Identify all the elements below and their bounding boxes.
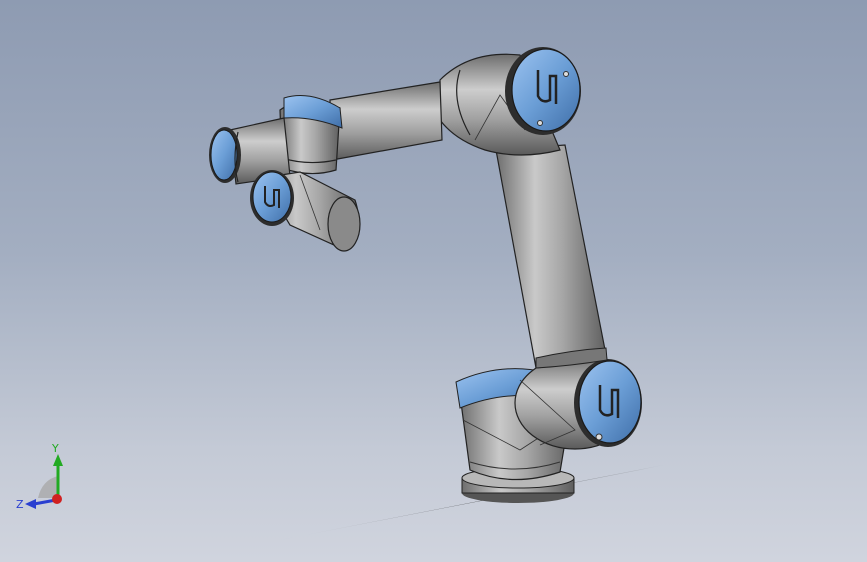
robot-arm-model[interactable] (0, 0, 867, 562)
shoulder-joint (514, 356, 642, 450)
z-arrow-icon (25, 499, 36, 509)
upper-arm (329, 81, 443, 161)
z-axis-label: Z (16, 498, 24, 511)
wrist-1-joint (279, 95, 343, 175)
elbow-joint (439, 47, 581, 156)
y-arrow-icon (53, 454, 63, 466)
x-axis-dot (52, 494, 62, 504)
lower-arm (495, 144, 608, 369)
wrist-3-joint (250, 170, 361, 252)
triad-svg: Y Z (16, 442, 63, 511)
3d-viewport[interactable]: Y Z (0, 0, 867, 562)
reference-triad[interactable]: Y Z (12, 438, 82, 518)
y-axis-label: Y (51, 442, 59, 455)
